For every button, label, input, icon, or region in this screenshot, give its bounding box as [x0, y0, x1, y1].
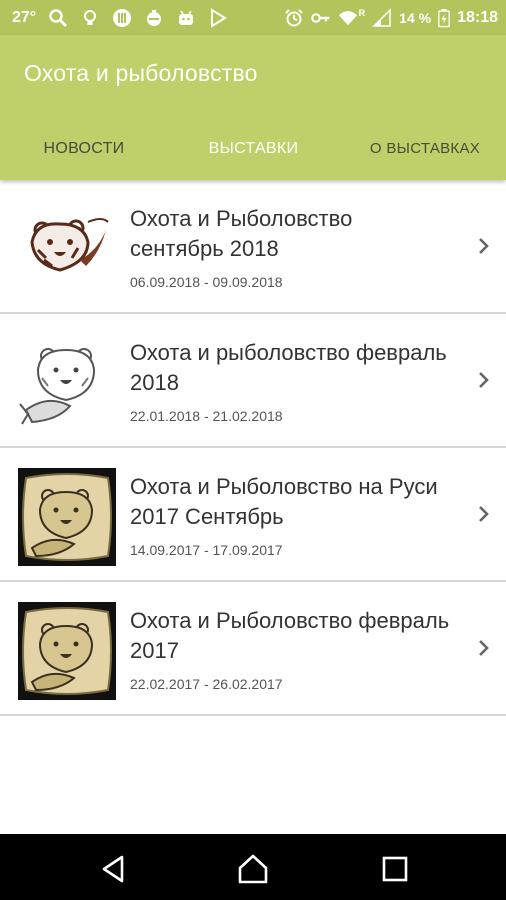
- list-item[interactable]: Охота и Рыболовство сентябрь 2018 06.09.…: [0, 180, 506, 314]
- search-icon: [49, 8, 68, 27]
- status-bar: 27° R 14 % 18:18: [0, 0, 506, 35]
- item-dates: 22.01.2018 - 21.02.2018: [130, 408, 283, 424]
- back-icon[interactable]: [96, 852, 130, 886]
- chevron-right-icon: [479, 238, 489, 254]
- tab-exhibitions[interactable]: ВЫСТАВКИ: [186, 130, 321, 180]
- app-title: Охота и рыболовство: [24, 60, 258, 86]
- lightbulb-icon: [84, 9, 97, 25]
- key-icon: [310, 12, 329, 23]
- alarm-icon: [284, 8, 303, 26]
- battery-charging-icon: [438, 8, 450, 27]
- item-title: Охота и Рыболовство на Руси 2017 Сентябр…: [130, 474, 438, 529]
- notification-app-icon: [147, 9, 162, 26]
- item-title: Охота и Рыболовство февраль 2017: [130, 608, 450, 663]
- recents-icon[interactable]: [378, 852, 412, 886]
- tab-about-exhibitions[interactable]: О ВЫСТАВКАХ: [355, 130, 495, 180]
- bear-fish-logo-gray-icon: [19, 348, 96, 425]
- temperature-text: 27°: [12, 8, 37, 26]
- navigation-bar: [0, 834, 506, 900]
- signal-roaming-tag: R: [358, 7, 366, 18]
- item-dates: 06.09.2018 - 09.09.2018: [130, 274, 283, 290]
- home-icon[interactable]: [236, 852, 270, 886]
- android-icon: [179, 10, 194, 25]
- item-dates: 14.09.2017 - 17.09.2017: [130, 542, 283, 558]
- app-bar: Охота и рыболовство НОВОСТИ ВЫСТАВКИ О В…: [0, 35, 506, 180]
- item-dates: 22.02.2017 - 26.02.2017: [130, 676, 283, 692]
- wifi-icon: [338, 10, 357, 25]
- cell-signal-icon: [372, 7, 391, 27]
- tab-bar: НОВОСТИ ВЫСТАВКИ О ВЫСТАВКАХ: [0, 130, 506, 180]
- list-item[interactable]: Охота и рыболовство февраль 2018 22.01.2…: [0, 314, 506, 448]
- clock-text: 18:18: [457, 8, 498, 26]
- bear-fish-logo-framed-icon: [18, 602, 116, 700]
- play-store-icon: [211, 7, 228, 28]
- chevron-right-icon: [479, 372, 489, 388]
- chevron-right-icon: [479, 506, 489, 522]
- list-item[interactable]: Охота и Рыболовство февраль 2017 22.02.2…: [0, 582, 506, 716]
- item-title: Охота и рыболовство февраль 2018: [130, 340, 447, 395]
- list-item[interactable]: Охота и Рыболовство на Руси 2017 Сентябр…: [0, 448, 506, 582]
- app-grid-icon: [113, 8, 132, 27]
- tab-news[interactable]: НОВОСТИ: [18, 130, 150, 180]
- bear-fish-logo-framed-icon: [18, 468, 116, 566]
- battery-percent-text: 14 %: [399, 9, 432, 26]
- item-title: Охота и Рыболовство сентябрь 2018: [130, 206, 353, 261]
- chevron-right-icon: [479, 640, 489, 656]
- bear-fish-logo-brown-icon: [30, 218, 109, 272]
- exhibition-list: Охота и Рыболовство сентябрь 2018 06.09.…: [0, 180, 506, 716]
